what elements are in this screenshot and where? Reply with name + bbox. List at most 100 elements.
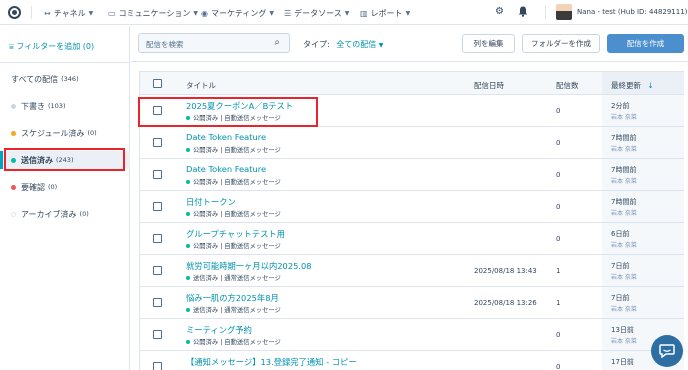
sidebar-divider bbox=[0, 62, 130, 63]
send-count: 0 bbox=[556, 139, 561, 147]
broadcast-title-link[interactable]: Date Token Feature bbox=[186, 132, 266, 142]
row-checkbox[interactable] bbox=[153, 298, 162, 307]
sidebar-item-all[interactable]: すべての配信 (346) bbox=[0, 70, 130, 88]
broadcast-title-link[interactable]: 日付トークン bbox=[186, 196, 236, 208]
nav-item-channels[interactable]: ↔ チャネル ▼ bbox=[44, 7, 93, 19]
status-text: 送信済み | 通常送信メッセージ bbox=[193, 307, 281, 314]
status-text: 送信済み | 通常送信メッセージ bbox=[193, 275, 281, 282]
status-text: 公開済み | 自動送信メッセージ bbox=[193, 147, 281, 154]
updated-by: 岩本 奈菜 bbox=[611, 114, 637, 121]
status-dot-icon bbox=[11, 103, 16, 109]
updated-by: 岩本 奈菜 bbox=[611, 306, 637, 313]
create-folder-button[interactable]: フォルダーを作成 bbox=[522, 34, 600, 53]
updated-by: 岩本 奈菜 bbox=[611, 242, 637, 249]
sidebar-item-count: (103) bbox=[48, 102, 66, 110]
send-count: 0 bbox=[556, 171, 561, 179]
status-text: 公開済み | 自動送信メッセージ bbox=[193, 339, 281, 346]
send-count: 0 bbox=[556, 331, 561, 339]
table-row[interactable]: グループチャットテスト用 公開済み | 自動送信メッセージ 0 6日前 岩本 奈菜 bbox=[139, 223, 684, 255]
table-row[interactable]: 就労可能時期一ヶ月以内2025.08 送信済み | 通常送信メッセージ 2025/0… bbox=[139, 255, 684, 287]
last-updated: 7時間前 bbox=[611, 198, 637, 206]
search-input[interactable]: 配信を検索 ⌕ bbox=[138, 33, 290, 53]
search-placeholder: 配信を検索 bbox=[146, 40, 184, 49]
edit-columns-button[interactable]: 列を編集 bbox=[462, 34, 515, 53]
broadcast-title-link[interactable]: 悩み一肌の方2025年8月 bbox=[186, 292, 279, 304]
account-name[interactable]: Nana - test (Hub ID: 44829111) bbox=[577, 8, 687, 16]
row-checkbox[interactable] bbox=[153, 138, 162, 147]
chevron-down-icon: ▼ bbox=[269, 9, 274, 17]
nav-item-reports[interactable]: ▥ レポート ▼ bbox=[360, 7, 410, 19]
row-checkbox[interactable] bbox=[153, 170, 162, 179]
table-row[interactable]: Date Token Feature 公開済み | 自動送信メッセージ 0 7時間前岩… bbox=[139, 127, 684, 159]
create-broadcast-button[interactable]: 配信を作成 bbox=[607, 34, 684, 53]
column-header-label: 最終更新 bbox=[611, 81, 641, 90]
status-text: 公開済み | 自動送信メッセージ bbox=[193, 179, 281, 186]
table-row[interactable]: 日付トークン 公開済み | 自動送信メッセージ 0 7時間前 岩本 奈菜 bbox=[139, 191, 684, 223]
chevron-down-icon: ▼ bbox=[344, 9, 350, 17]
broadcast-title-link[interactable]: グループチャットテスト用 bbox=[186, 228, 285, 240]
broadcast-title-link[interactable]: 【通知メッセージ】13.登録完了通知 - コピー bbox=[186, 356, 357, 368]
hub-logo-icon[interactable] bbox=[8, 6, 21, 19]
broadcast-title-link[interactable]: Date Token Feature bbox=[186, 164, 266, 174]
status-text: 公開済み | 自動送信メッセージ bbox=[193, 243, 281, 250]
broadcast-status: 送信済み | 通常送信メッセージ bbox=[186, 273, 281, 282]
status-text: 公開済み | 自動送信メッセージ bbox=[193, 211, 281, 218]
broadcast-status: 公開済み | 自動送信メッセージ bbox=[186, 145, 281, 154]
nav-item-label: チャネル bbox=[53, 8, 86, 18]
column-header-updated[interactable]: 最終更新 ↓ bbox=[611, 80, 654, 91]
chevron-down-icon: ▼ bbox=[378, 42, 384, 49]
updated-by: 岩本 奈菜 bbox=[611, 338, 637, 345]
sidebar-item-count: (346) bbox=[61, 75, 79, 83]
list-icon: ☰ bbox=[284, 8, 292, 18]
column-header-count[interactable]: 配信数 bbox=[556, 80, 579, 91]
avatar[interactable] bbox=[556, 4, 572, 20]
send-count: 1 bbox=[556, 299, 561, 307]
chat-widget-button[interactable] bbox=[651, 335, 683, 367]
select-all-checkbox[interactable] bbox=[153, 79, 162, 88]
table-row[interactable]: 悩み一肌の方2025年8月 送信済み | 通常送信メッセージ 2025/08/18 … bbox=[139, 287, 684, 319]
sidebar-item-review[interactable]: 要確認 (0) bbox=[0, 178, 130, 196]
row-checkbox[interactable] bbox=[153, 330, 162, 339]
settings-gear-icon[interactable]: ⚙ bbox=[495, 6, 504, 17]
sidebar-item-scheduled[interactable]: スケジュール済み (0) bbox=[0, 124, 130, 142]
broadcast-title-link[interactable]: ミーティング予約 bbox=[186, 324, 252, 336]
send-count: 1 bbox=[556, 267, 561, 275]
search-icon[interactable]: ⌕ bbox=[274, 37, 280, 48]
type-filter-value[interactable]: 全ての配信 bbox=[336, 40, 376, 49]
status-dot-icon bbox=[11, 211, 16, 217]
row-checkbox[interactable] bbox=[153, 202, 162, 211]
notification-bell-icon[interactable] bbox=[518, 6, 528, 20]
table-row[interactable]: Date Token Feature 公開済み | 自動送信メッセージ 0 7時間前岩… bbox=[139, 159, 684, 191]
broadcast-title-link[interactable]: 就労可能時期一ヶ月以内2025.08 bbox=[186, 260, 312, 272]
status-dot-icon bbox=[11, 130, 16, 136]
broadcast-status: 送信済み | 通常送信メッセージ bbox=[186, 305, 281, 314]
row-checkbox[interactable] bbox=[153, 266, 162, 275]
chevron-down-icon: ▼ bbox=[88, 9, 94, 17]
column-header-title[interactable]: タイトル bbox=[186, 80, 216, 91]
sidebar-item-count: (0) bbox=[79, 210, 89, 218]
row-checkbox[interactable] bbox=[153, 362, 162, 370]
chevron-down-icon: ▼ bbox=[193, 9, 199, 17]
last-updated: 2分前 bbox=[611, 102, 630, 110]
column-header-date[interactable]: 配信日時 bbox=[474, 80, 504, 91]
table-row[interactable]: 【通知メッセージ】13.登録完了通知 - コピー 0 17日前 bbox=[139, 351, 684, 370]
last-updated: 6日前 bbox=[611, 230, 630, 238]
nav-item-datasources[interactable]: ☰ データソース ▼ bbox=[284, 7, 349, 19]
chevron-down-icon: ▼ bbox=[405, 9, 411, 17]
broadcast-status: 公開済み | 自動送信メッセージ bbox=[186, 241, 281, 250]
nav-item-label: レポート bbox=[370, 8, 403, 18]
chart-icon: ▥ bbox=[360, 8, 368, 18]
nav-item-marketing[interactable]: ◉ マーケティング ▼ bbox=[201, 7, 274, 19]
arrows-icon: ↔ bbox=[44, 8, 51, 18]
sidebar-item-archived[interactable]: アーカイブ済み (0) bbox=[0, 205, 130, 223]
highlight-box bbox=[138, 97, 318, 127]
sidebar-item-draft[interactable]: 下書き (103) bbox=[0, 97, 130, 115]
table-row[interactable]: ミーティング予約 公開済み | 自動送信メッセージ 0 13日前 岩本 奈菜 bbox=[139, 319, 684, 351]
nav-item-communication[interactable]: ▭ コミュニケーション ▼ bbox=[108, 7, 198, 19]
add-filter-link[interactable]: ⩸ フィルターを追加 (0) bbox=[9, 41, 94, 52]
row-checkbox[interactable] bbox=[153, 234, 162, 243]
type-filter[interactable]: タイプ: 全ての配信 ▼ bbox=[303, 39, 383, 50]
sidebar-item-label: 要確認 bbox=[21, 182, 45, 192]
broadcast-status: 公開済み | 自動送信メッセージ bbox=[186, 209, 281, 218]
nav-divider bbox=[31, 6, 32, 19]
